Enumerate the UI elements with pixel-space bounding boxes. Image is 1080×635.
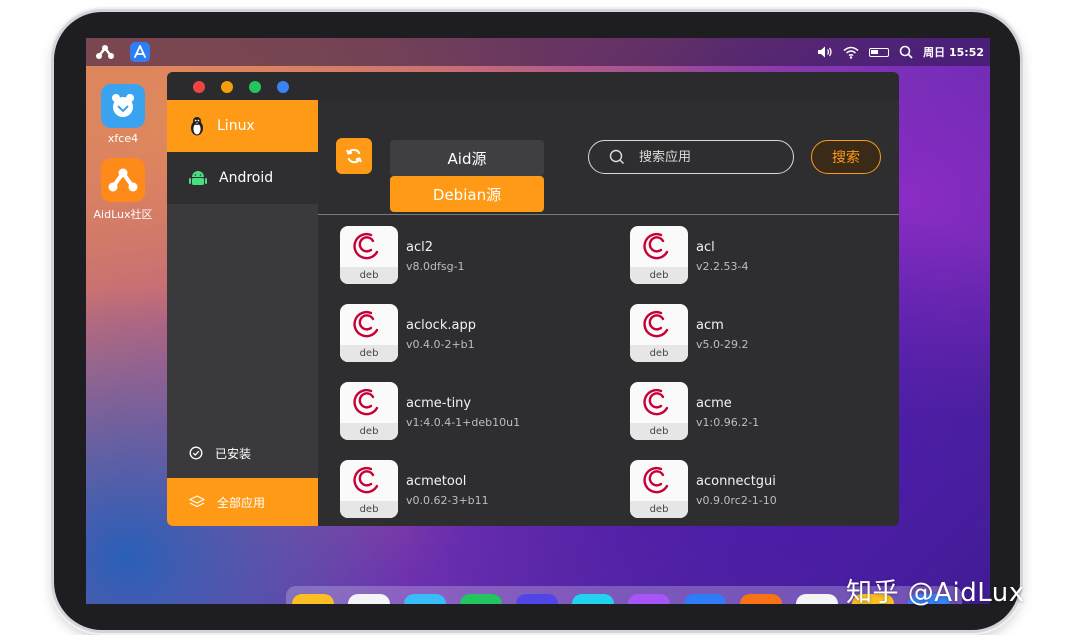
package-version: v8.0dfsg-1: [406, 260, 465, 273]
list-item[interactable]: deb aclock.app v0.4.0-2+b1: [340, 304, 600, 364]
app-store-taskbar-icon[interactable]: [130, 42, 150, 62]
android-icon: [189, 171, 207, 185]
deb-badge: deb: [630, 501, 688, 518]
sidebar-item-label: Android: [219, 170, 274, 186]
debian-package-icon: deb: [630, 226, 688, 284]
wifi-icon[interactable]: [843, 46, 859, 59]
maximize-window-button[interactable]: [249, 81, 261, 93]
main-panel: Aid源 Debian源 搜索 deb acl2 v8.0dfsg-1: [318, 100, 899, 526]
package-name: aclock.app: [406, 318, 476, 333]
window-titlebar[interactable]: [167, 72, 899, 100]
top-bar: 周日 15:52: [86, 38, 990, 66]
battery-icon[interactable]: [869, 47, 890, 57]
app-store-window: Linux Android 已安装 全部应用 Aid源 Debian源 搜索应用…: [167, 72, 899, 526]
sidebar-item-label: 全部应用: [217, 495, 266, 510]
files-icon[interactable]: [292, 594, 334, 604]
refresh-icon: [346, 148, 362, 164]
deb-badge: deb: [630, 267, 688, 284]
debian-package-icon: deb: [630, 460, 688, 518]
minimize-window-button[interactable]: [221, 81, 233, 93]
sidebar-item-installed[interactable]: 已安装: [167, 428, 318, 478]
desktop-icon-label: xfce4: [107, 132, 139, 145]
debian-package-icon: deb: [340, 304, 398, 362]
terminal-icon[interactable]: [348, 594, 390, 604]
watermark: 知乎 @AidLux: [846, 578, 1025, 608]
calculator-icon[interactable]: [796, 594, 838, 604]
package-version: v1:4.0.4-1+deb10u1: [406, 416, 521, 429]
sidebar-item-all-apps[interactable]: 全部应用: [167, 478, 318, 526]
tab-aid-source[interactable]: Aid源: [390, 140, 544, 176]
exit-app-icon[interactable]: [460, 594, 502, 604]
desktop-icon-label: AidLux社区: [93, 208, 153, 221]
search-icon: [609, 149, 624, 164]
deb-badge: deb: [340, 501, 398, 518]
clock[interactable]: 周日 15:52: [923, 44, 984, 60]
debian-package-icon: deb: [340, 226, 398, 284]
lightbulb-icon[interactable]: [740, 594, 782, 604]
package-version: v0.0.62-3+b11: [406, 494, 489, 507]
list-item[interactable]: deb aconnectgui v0.9.0rc2-1-10: [630, 460, 890, 520]
check-circle-icon: [189, 446, 203, 460]
package-name: acm: [696, 318, 724, 333]
status-area: 周日 15:52: [817, 38, 984, 66]
list-item[interactable]: deb acme v1:0.96.2-1: [630, 382, 890, 442]
aidlux-community-icon: [101, 158, 145, 202]
deb-badge: deb: [630, 345, 688, 362]
code-editor-icon[interactable]: [516, 594, 558, 604]
aidlux-logo-icon[interactable]: [96, 44, 114, 60]
app-store-icon: [134, 45, 146, 58]
deb-badge: deb: [340, 345, 398, 362]
package-name: acme: [696, 396, 732, 411]
debian-package-icon: deb: [340, 460, 398, 518]
desktop-icon-aidlux-community[interactable]: AidLux社区: [88, 158, 158, 222]
extra-window-button[interactable]: [277, 81, 289, 93]
sidebar: Linux Android 已安装 全部应用: [167, 100, 318, 526]
list-item[interactable]: deb acl v2.2.53-4: [630, 226, 890, 286]
app-store-dock-icon[interactable]: [684, 594, 726, 604]
deb-badge: deb: [630, 423, 688, 440]
divider: [318, 214, 899, 215]
sidebar-item-linux[interactable]: Linux: [167, 100, 318, 152]
xfce4-icon: [101, 84, 145, 128]
search-field[interactable]: [588, 140, 794, 174]
close-window-button[interactable]: [193, 81, 205, 93]
package-version: v5.0-29.2: [696, 338, 749, 351]
browser-icon[interactable]: [404, 594, 446, 604]
refresh-button[interactable]: [336, 138, 372, 174]
sidebar-item-label: 已安装: [215, 446, 252, 461]
package-name: aconnectgui: [696, 474, 776, 489]
list-item[interactable]: deb acm v5.0-29.2: [630, 304, 890, 364]
layers-icon: [189, 495, 205, 508]
desktop-icon-xfce4[interactable]: xfce4: [88, 84, 158, 145]
search-button[interactable]: 搜索: [811, 140, 881, 174]
paint-icon[interactable]: [628, 594, 670, 604]
volume-icon[interactable]: [817, 45, 833, 59]
package-version: v0.9.0rc2-1-10: [696, 494, 777, 507]
package-version: v1:0.96.2-1: [696, 416, 760, 429]
package-name: acl: [696, 240, 715, 255]
tab-label: Aid源: [447, 149, 487, 168]
search-button-label: 搜索: [832, 150, 860, 166]
debian-package-icon: deb: [630, 304, 688, 362]
package-version: v0.4.0-2+b1: [406, 338, 475, 351]
search-icon[interactable]: [899, 45, 913, 59]
package-name: acl2: [406, 240, 433, 255]
sidebar-item-label: Linux: [217, 118, 255, 134]
list-item[interactable]: deb acl2 v8.0dfsg-1: [340, 226, 600, 286]
list-item[interactable]: deb acmetool v0.0.62-3+b11: [340, 460, 600, 520]
package-version: v2.2.53-4: [696, 260, 749, 273]
list-item[interactable]: deb acme-tiny v1:4.0.4-1+deb10u1: [340, 382, 600, 442]
deb-badge: deb: [340, 267, 398, 284]
linux-penguin-icon: [191, 117, 203, 136]
package-name: acme-tiny: [406, 396, 472, 411]
cloud-icon[interactable]: [572, 594, 614, 604]
tab-debian-source[interactable]: Debian源: [390, 176, 544, 212]
debian-package-icon: deb: [340, 382, 398, 440]
debian-package-icon: deb: [630, 382, 688, 440]
deb-badge: deb: [340, 423, 398, 440]
tab-label: Debian源: [432, 185, 502, 204]
sidebar-item-android[interactable]: Android: [167, 152, 318, 204]
package-name: acmetool: [406, 474, 467, 489]
search-input[interactable]: [639, 149, 769, 165]
